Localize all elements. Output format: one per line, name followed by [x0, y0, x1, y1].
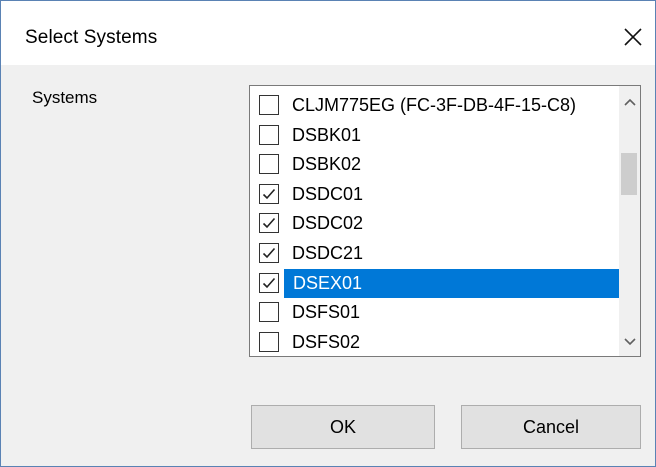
checkmark-icon: [262, 188, 276, 199]
item-checkbox[interactable]: [259, 302, 279, 323]
item-checkbox[interactable]: [259, 213, 279, 234]
item-checkbox[interactable]: [259, 124, 279, 145]
cancel-button[interactable]: Cancel: [461, 405, 641, 449]
item-checkbox[interactable]: [259, 183, 279, 204]
scroll-down-button[interactable]: [619, 330, 640, 354]
list-item-label: DSBK02: [292, 154, 362, 175]
checkmark-icon: [262, 218, 276, 229]
select-systems-dialog: Select Systems Systems CLJM775EG (FC-3F-…: [0, 0, 656, 467]
checkmark-icon: [262, 247, 276, 259]
item-checkbox[interactable]: [259, 243, 279, 263]
list-item-label: DSFS02: [292, 331, 361, 352]
list-item-label: DSFS01: [292, 302, 361, 323]
vertical-scrollbar[interactable]: [619, 86, 640, 356]
list-item[interactable]: DSFS01: [250, 298, 630, 327]
ok-button[interactable]: OK: [251, 405, 435, 449]
systems-listbox[interactable]: CLJM775EG (FC-3F-DB-4F-15-C8) DSBK01 DSBK0…: [249, 85, 641, 357]
list-item-label: DSDC01: [292, 183, 364, 204]
list-item-label: DSBK01: [292, 124, 362, 145]
checkmark-icon: [262, 277, 276, 288]
chevron-down-icon: [623, 338, 636, 346]
list-item[interactable]: CLJM775EG (FC-3F-DB-4F-15-C8): [250, 91, 630, 120]
list-item[interactable]: DSDC21: [250, 239, 630, 268]
close-icon[interactable]: [622, 26, 644, 48]
list-item[interactable]: DSDC02: [250, 209, 630, 238]
item-checkbox[interactable]: [259, 272, 279, 293]
item-checkbox[interactable]: [259, 331, 279, 352]
list-item-label: DSEX01: [284, 268, 620, 298]
list-item-label: DSDC21: [292, 243, 364, 263]
list-item[interactable]: DSFS02: [250, 328, 630, 356]
scroll-up-button[interactable]: [619, 90, 640, 114]
list-item[interactable]: DSBK01: [250, 121, 630, 150]
chevron-up-icon: [623, 98, 636, 106]
dialog-title: Select Systems: [25, 27, 158, 48]
systems-label: Systems: [32, 88, 98, 107]
item-checkbox[interactable]: [259, 95, 279, 115]
scrollbar-thumb[interactable]: [621, 153, 637, 195]
list-item-label: CLJM775EG (FC-3F-DB-4F-15-C8): [292, 95, 577, 115]
list-item-label: DSDC02: [292, 213, 364, 234]
list-item[interactable]: DSEX01: [250, 268, 630, 298]
item-checkbox[interactable]: [259, 154, 279, 175]
list-item[interactable]: DSDC01: [250, 180, 630, 209]
title-bar: Select Systems: [1, 1, 655, 65]
list-item[interactable]: DSBK02: [250, 150, 630, 179]
